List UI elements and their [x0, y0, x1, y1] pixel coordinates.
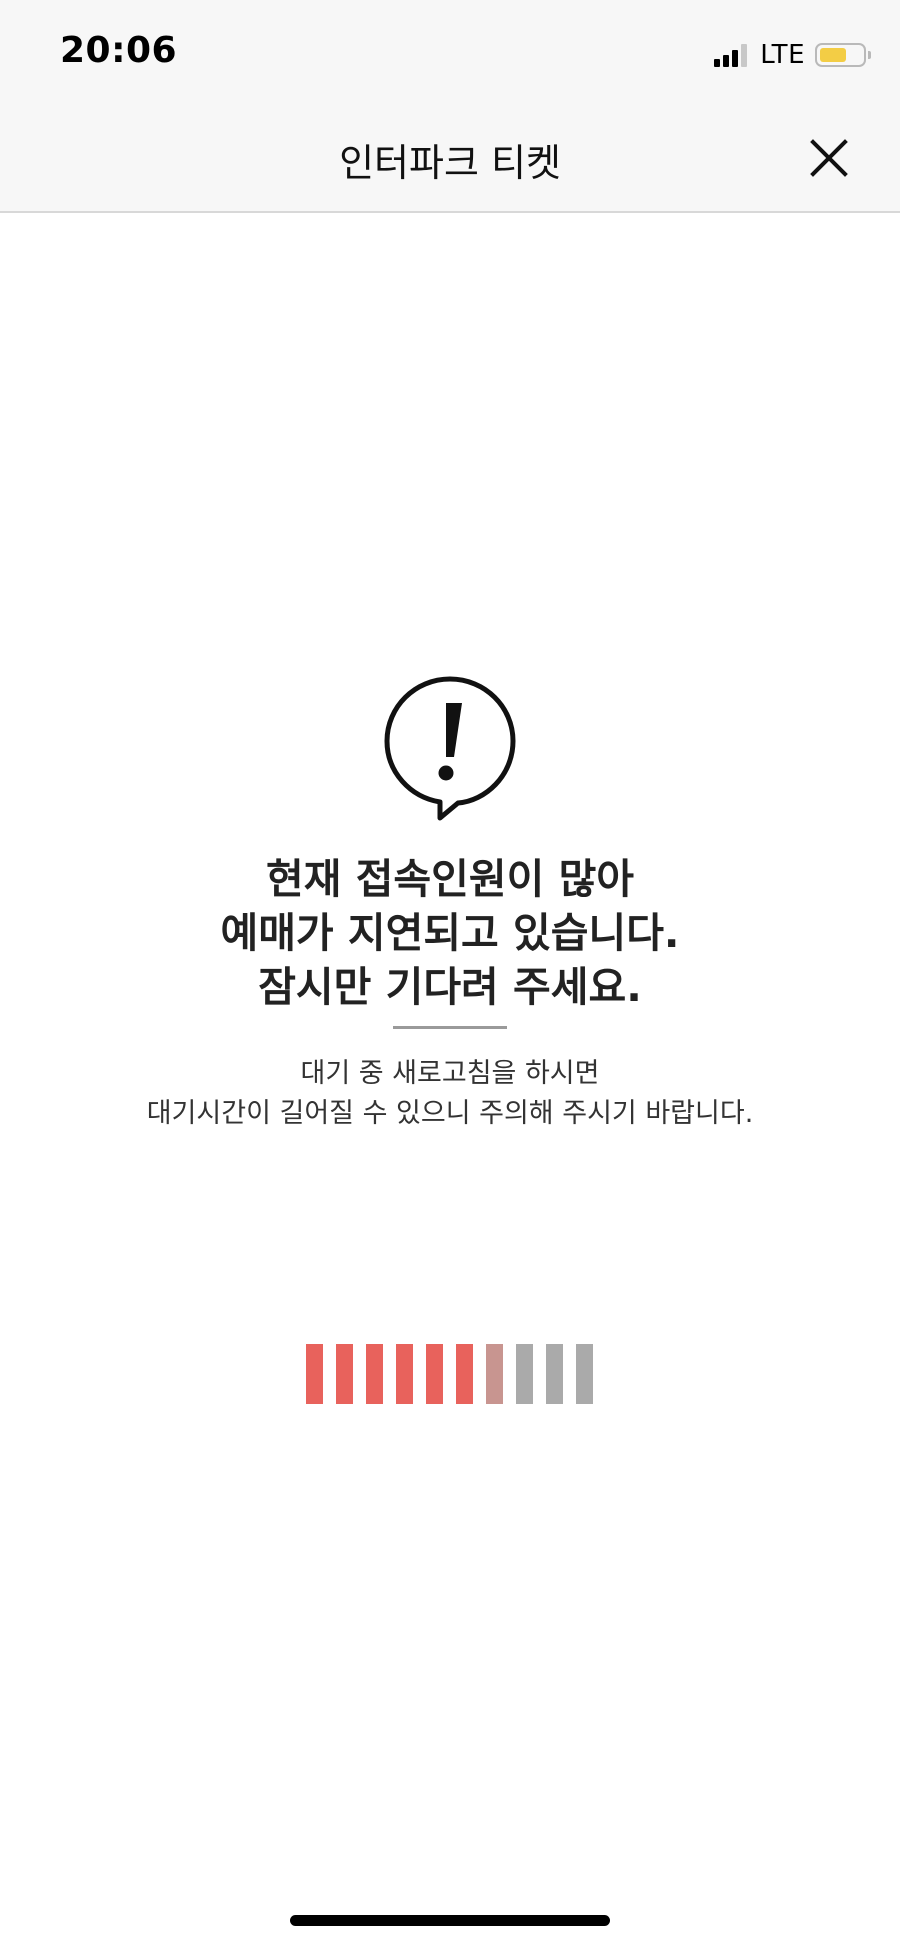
- headline-line: 잠시만 기다려 주세요.: [258, 963, 642, 1011]
- signal-strength-icon: [714, 43, 750, 67]
- progress-segment: [366, 1344, 383, 1404]
- top-bar: 20:06 LTE 인터파크 티켓: [0, 0, 900, 213]
- subtext-line: 대기 중 새로고침을 하시면: [300, 1058, 600, 1089]
- network-type: LTE: [760, 40, 805, 70]
- home-indicator: [290, 1915, 610, 1926]
- close-icon: [810, 139, 848, 177]
- page-title: 인터파크 티켓: [339, 141, 561, 185]
- progress-segment: [516, 1344, 533, 1404]
- progress-segment: [396, 1344, 413, 1404]
- progress-segment: [456, 1344, 473, 1404]
- close-button[interactable]: [805, 134, 853, 182]
- status-time: 20:06: [60, 30, 178, 71]
- progress-segment: [336, 1344, 353, 1404]
- progress-segment: [546, 1344, 563, 1404]
- progress-segment: [306, 1344, 323, 1404]
- queue-progress-indicator: [306, 1344, 593, 1404]
- progress-segment: [576, 1344, 593, 1404]
- progress-segment: [486, 1344, 503, 1404]
- notice-headline: 현재 접속인원이 많아 예매가 지연되고 있습니다. 잠시만 기다려 주세요.: [0, 852, 900, 1014]
- headline-line: 현재 접속인원이 많아: [265, 855, 635, 903]
- headline-line: 예매가 지연되고 있습니다.: [220, 909, 680, 957]
- exclamation-speech-bubble-icon: [380, 673, 520, 821]
- progress-segment: [426, 1344, 443, 1404]
- battery-icon: [815, 43, 871, 67]
- status-indicators: LTE: [714, 40, 871, 70]
- divider: [393, 1026, 507, 1029]
- notice-subtext: 대기 중 새로고침을 하시면 대기시간이 길어질 수 있으니 주의해 주시기 바…: [0, 1054, 900, 1134]
- subtext-line: 대기시간이 길어질 수 있으니 주의해 주시기 바랍니다.: [146, 1098, 754, 1129]
